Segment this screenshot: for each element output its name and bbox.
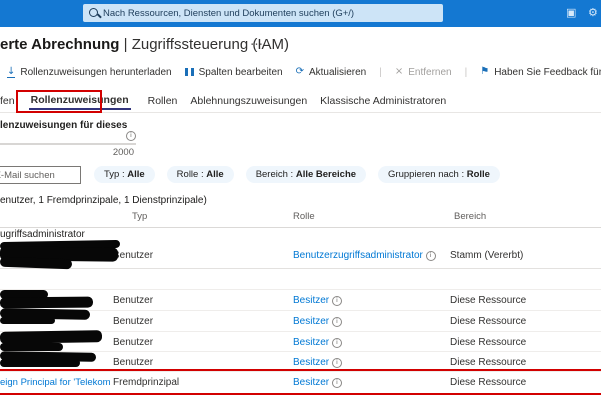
row-bereich: Diese Ressource [450,332,526,353]
role-link[interactable]: Besitzer i [293,290,342,311]
column-header-bereich[interactable]: Bereich [454,211,486,222]
toolbar-divider: | [379,67,382,78]
redaction-mark [0,317,55,324]
row-divider [0,268,601,269]
search-icon [89,8,98,17]
filter-pills: Typ : Alle Rolle : Alle Bereich : Alle B… [94,166,500,183]
items-count-line: enutzer, 1 Fremdprinzipale, 1 Dienstprin… [0,195,207,206]
row-bereich: Diese Ressource [450,290,526,311]
name-or-email-search-input[interactable] [0,166,81,184]
global-search-input[interactable] [83,4,443,22]
gear-icon[interactable]: ⚙ [588,6,598,20]
page-title: erte Abrechnung | Zugriffssteuerung (IAM… [0,36,601,56]
filter-pill-typ[interactable]: Typ : Alle [94,166,155,183]
command-bar: ↓ Rollenzuweisungen herunterladen Spalte… [0,62,601,82]
filter-pill-rolle[interactable]: Rolle : Alle [167,166,234,183]
info-icon[interactable]: i [332,296,342,306]
tab-cutoff[interactable]: fen [0,95,15,107]
info-icon[interactable]: i [332,317,342,327]
header-divider-line [0,227,601,228]
tab-deny-assignments[interactable]: Ablehnungszuweisungen [190,95,307,107]
resource-name: erte Abrechnung [0,36,119,53]
row-bereich: Diese Ressource [450,311,526,332]
download-role-assignments-button[interactable]: ↓ Rollenzuweisungen herunterladen [7,67,172,78]
row-typ: Benutzer [113,311,153,332]
row-typ: Benutzer [113,243,153,268]
edit-columns-button[interactable]: Spalten bearbeiten [185,67,283,78]
role-link[interactable]: Besitzer i [293,311,342,332]
column-header-rolle[interactable]: Rolle [293,211,315,222]
redaction-mark [0,330,102,344]
info-icon[interactable]: i [332,358,342,368]
assignments-count-label: lenzuweisungen für dieses [0,120,127,131]
annotation-box-tab [16,90,102,113]
redaction-mark [0,343,63,351]
info-icon[interactable]: i [332,338,342,348]
download-label: Rollenzuweisungen herunterladen [20,67,171,78]
refresh-button[interactable]: ⟳ Aktualisieren [296,67,367,78]
filter-pill-bereich[interactable]: Bereich : Alle Bereiche [246,166,366,183]
info-icon[interactable]: i [126,131,136,141]
remove-icon: × [395,67,403,77]
role-link[interactable]: Besitzer i [293,332,342,353]
tab-roles[interactable]: Rollen [148,95,178,107]
columns-icon [185,68,194,76]
assignments-progress-track [0,143,136,145]
download-icon: ↓ [7,67,15,78]
toolbar-divider: | [465,67,468,78]
redaction-mark [0,297,93,309]
remove-button[interactable]: × Entfernen [395,67,452,78]
role-link[interactable]: Benutzerzugriffsadministrator i [293,243,436,268]
remove-label: Entfernen [408,67,451,78]
refresh-label: Aktualisieren [309,67,366,78]
row-typ: Benutzer [113,290,153,311]
refresh-icon: ⟳ [296,67,304,77]
grid-icon[interactable]: ▣ [566,6,576,20]
row-bereich: Stamm (Vererbt) [450,243,523,268]
table-row[interactable]: Benutzer Besitzer i Diese Ressource [0,311,601,332]
row-typ: Benutzer [113,332,153,353]
feedback-button[interactable]: ⚑ Haben Sie Feedback für uns? [480,67,601,78]
assignments-limit-value: 2000 [0,147,134,158]
filter-pill-group-by[interactable]: Gruppieren nach : Rolle [378,166,500,183]
info-icon[interactable]: i [426,251,436,261]
role-group-header: ugriffsadministrator [0,229,85,240]
blade-name: | Zugriffssteuerung (IAM) [119,36,289,53]
feedback-label: Haben Sie Feedback für uns? [494,67,601,78]
tab-classic-administrators[interactable]: Klassische Administratoren [320,95,446,107]
portal-top-bar: ▣ ⚙ [0,0,601,27]
azure-portal-window: ▣ ⚙ erte Abrechnung | Zugriffssteuerung … [0,0,601,400]
column-header-typ[interactable]: Typ [132,211,147,222]
edit-columns-label: Spalten bearbeiten [199,67,283,78]
feedback-flag-icon: ⚑ [480,67,489,77]
redaction-mark [0,359,80,367]
annotation-box-row [0,369,601,395]
more-options-icon[interactable]: … [250,34,263,49]
